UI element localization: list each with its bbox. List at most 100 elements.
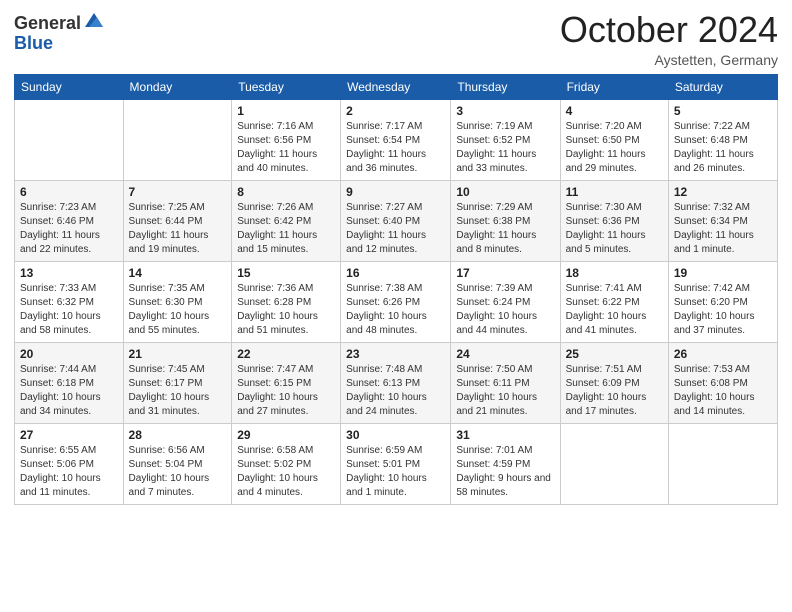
day-info: Sunrise: 7:41 AM Sunset: 6:22 PM Dayligh… [566, 282, 663, 338]
day-info: Sunrise: 7:44 AM Sunset: 6:18 PM Dayligh… [20, 363, 118, 419]
day-number: 18 [566, 266, 663, 280]
day-info: Sunrise: 7:01 AM Sunset: 4:59 PM Dayligh… [456, 444, 554, 500]
table-row [560, 423, 668, 504]
day-info: Sunrise: 7:16 AM Sunset: 6:56 PM Dayligh… [237, 120, 335, 176]
day-number: 29 [237, 428, 335, 442]
day-info: Sunrise: 7:47 AM Sunset: 6:15 PM Dayligh… [237, 363, 335, 419]
day-number: 13 [20, 266, 118, 280]
table-row: 7Sunrise: 7:25 AM Sunset: 6:44 PM Daylig… [123, 180, 232, 261]
title-block: October 2024 Aystetten, Germany [560, 10, 778, 68]
calendar-table: Sunday Monday Tuesday Wednesday Thursday… [14, 74, 778, 505]
day-number: 5 [674, 104, 772, 118]
day-info: Sunrise: 7:42 AM Sunset: 6:20 PM Dayligh… [674, 282, 772, 338]
day-info: Sunrise: 7:32 AM Sunset: 6:34 PM Dayligh… [674, 201, 772, 257]
day-info: Sunrise: 7:26 AM Sunset: 6:42 PM Dayligh… [237, 201, 335, 257]
header-sunday: Sunday [15, 74, 124, 99]
day-number: 21 [129, 347, 227, 361]
day-info: Sunrise: 7:48 AM Sunset: 6:13 PM Dayligh… [346, 363, 445, 419]
table-row: 14 Sunrise: 7:35 AM Sunset: 6:30 PM Dayli… [123, 261, 232, 342]
day-number: 27 [20, 428, 118, 442]
logo: General Blue [14, 14, 105, 54]
table-row: 1Sunrise: 7:16 AM Sunset: 6:56 PM Daylig… [232, 99, 341, 180]
day-info: Sunrise: 7:35 AM Sunset: 6:30 PM Dayligh… [129, 282, 227, 338]
table-row: 12Sunrise: 7:32 AM Sunset: 6:34 PM Dayli… [668, 180, 777, 261]
table-row: 8 Sunrise: 7:26 AM Sunset: 6:42 PM Daylig… [232, 180, 341, 261]
table-row [668, 423, 777, 504]
logo-general: General [14, 14, 81, 34]
day-info: Sunrise: 7:19 AM Sunset: 6:52 PM Dayligh… [456, 120, 554, 176]
header-saturday: Saturday [668, 74, 777, 99]
table-row [123, 99, 232, 180]
table-row: 6 Sunrise: 7:23 AM Sunset: 6:46 PM Daylig… [15, 180, 124, 261]
day-number: 26 [674, 347, 772, 361]
day-number: 14 [129, 266, 227, 280]
day-info: Sunrise: 7:23 AM Sunset: 6:46 PM Dayligh… [20, 201, 118, 257]
day-number: 20 [20, 347, 118, 361]
header: General Blue October 2024 Aystetten, Ger… [14, 10, 778, 68]
table-row: 3 Sunrise: 7:19 AM Sunset: 6:52 PM Daylig… [451, 99, 560, 180]
day-number: 3 [456, 104, 554, 118]
day-number: 17 [456, 266, 554, 280]
day-info: Sunrise: 7:38 AM Sunset: 6:26 PM Dayligh… [346, 282, 445, 338]
day-number: 2 [346, 104, 445, 118]
table-row: 24Sunrise: 7:50 AM Sunset: 6:11 PM Dayli… [451, 342, 560, 423]
calendar-week-row: 13 Sunrise: 7:33 AM Sunset: 6:32 PM Dayli… [15, 261, 778, 342]
table-row: 22 Sunrise: 7:47 AM Sunset: 6:15 PM Dayli… [232, 342, 341, 423]
day-info: Sunrise: 7:36 AM Sunset: 6:28 PM Dayligh… [237, 282, 335, 338]
day-info: Sunrise: 7:30 AM Sunset: 6:36 PM Dayligh… [566, 201, 663, 257]
day-info: Sunrise: 7:33 AM Sunset: 6:32 PM Dayligh… [20, 282, 118, 338]
table-row: 9 Sunrise: 7:27 AM Sunset: 6:40 PM Daylig… [341, 180, 451, 261]
table-row: 26 Sunrise: 7:53 AM Sunset: 6:08 PM Dayli… [668, 342, 777, 423]
header-friday: Friday [560, 74, 668, 99]
table-row: 23 Sunrise: 7:48 AM Sunset: 6:13 PM Dayli… [341, 342, 451, 423]
day-info: Sunrise: 7:22 AM Sunset: 6:48 PM Dayligh… [674, 120, 772, 176]
calendar-page: General Blue October 2024 Aystetten, Ger… [0, 0, 792, 612]
day-number: 9 [346, 185, 445, 199]
day-info: Sunrise: 7:53 AM Sunset: 6:08 PM Dayligh… [674, 363, 772, 419]
day-number: 22 [237, 347, 335, 361]
day-number: 31 [456, 428, 554, 442]
day-number: 10 [456, 185, 554, 199]
day-info: Sunrise: 7:50 AM Sunset: 6:11 PM Dayligh… [456, 363, 554, 419]
day-number: 23 [346, 347, 445, 361]
table-row: 25Sunrise: 7:51 AM Sunset: 6:09 PM Dayli… [560, 342, 668, 423]
day-info: Sunrise: 7:17 AM Sunset: 6:54 PM Dayligh… [346, 120, 445, 176]
day-number: 8 [237, 185, 335, 199]
day-number: 19 [674, 266, 772, 280]
location-title: Aystetten, Germany [560, 52, 778, 68]
day-info: Sunrise: 7:45 AM Sunset: 6:17 PM Dayligh… [129, 363, 227, 419]
table-row: 28Sunrise: 6:56 AM Sunset: 5:04 PM Dayli… [123, 423, 232, 504]
day-number: 11 [566, 185, 663, 199]
header-monday: Monday [123, 74, 232, 99]
day-info: Sunrise: 6:55 AM Sunset: 5:06 PM Dayligh… [20, 444, 118, 500]
table-row: 4 Sunrise: 7:20 AM Sunset: 6:50 PM Daylig… [560, 99, 668, 180]
day-info: Sunrise: 7:27 AM Sunset: 6:40 PM Dayligh… [346, 201, 445, 257]
table-row: 2 Sunrise: 7:17 AM Sunset: 6:54 PM Daylig… [341, 99, 451, 180]
table-row: 21 Sunrise: 7:45 AM Sunset: 6:17 PM Dayli… [123, 342, 232, 423]
day-number: 16 [346, 266, 445, 280]
calendar-week-row: 20 Sunrise: 7:44 AM Sunset: 6:18 PM Dayli… [15, 342, 778, 423]
logo-icon [83, 9, 105, 31]
weekday-header-row: Sunday Monday Tuesday Wednesday Thursday… [15, 74, 778, 99]
table-row: 17 Sunrise: 7:39 AM Sunset: 6:24 PM Dayli… [451, 261, 560, 342]
day-number: 30 [346, 428, 445, 442]
day-number: 25 [566, 347, 663, 361]
calendar-week-row: 27 Sunrise: 6:55 AM Sunset: 5:06 PM Dayli… [15, 423, 778, 504]
table-row: 31 Sunrise: 7:01 AM Sunset: 4:59 PM Dayli… [451, 423, 560, 504]
header-tuesday: Tuesday [232, 74, 341, 99]
table-row: 10Sunrise: 7:29 AM Sunset: 6:38 PM Dayli… [451, 180, 560, 261]
day-number: 7 [129, 185, 227, 199]
table-row: 19 Sunrise: 7:42 AM Sunset: 6:20 PM Dayli… [668, 261, 777, 342]
day-number: 4 [566, 104, 663, 118]
table-row: 20 Sunrise: 7:44 AM Sunset: 6:18 PM Dayli… [15, 342, 124, 423]
table-row: 5 Sunrise: 7:22 AM Sunset: 6:48 PM Daylig… [668, 99, 777, 180]
day-info: Sunrise: 7:20 AM Sunset: 6:50 PM Dayligh… [566, 120, 663, 176]
day-info: Sunrise: 7:39 AM Sunset: 6:24 PM Dayligh… [456, 282, 554, 338]
table-row: 27 Sunrise: 6:55 AM Sunset: 5:06 PM Dayli… [15, 423, 124, 504]
month-title: October 2024 [560, 10, 778, 50]
logo-blue: Blue [14, 33, 53, 53]
calendar-week-row: 1Sunrise: 7:16 AM Sunset: 6:56 PM Daylig… [15, 99, 778, 180]
table-row [15, 99, 124, 180]
table-row: 30Sunrise: 6:59 AM Sunset: 5:01 PM Dayli… [341, 423, 451, 504]
day-number: 6 [20, 185, 118, 199]
